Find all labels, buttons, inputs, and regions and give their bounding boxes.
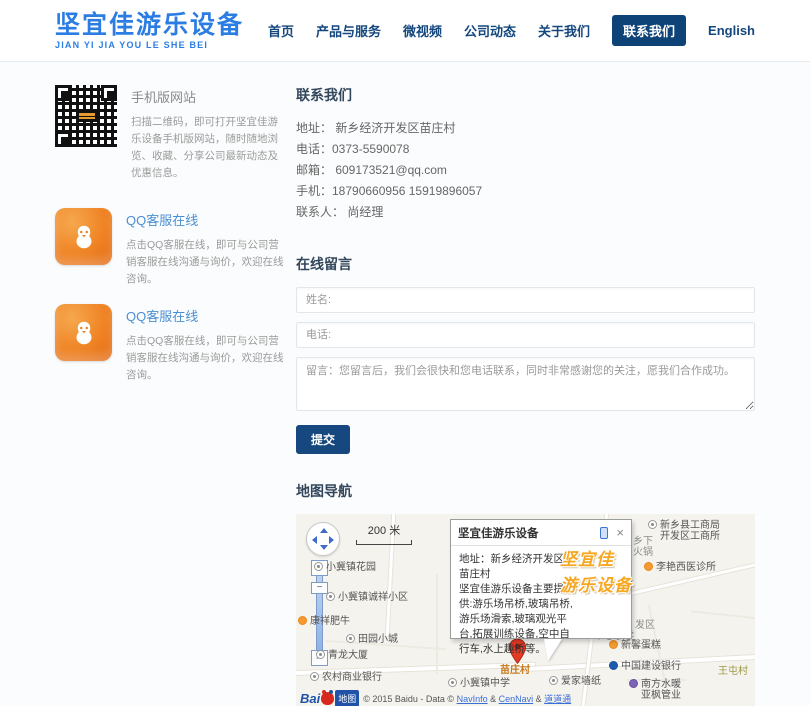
nav-item-home[interactable]: 首页 (268, 21, 294, 40)
poi-icon (644, 562, 653, 571)
map-label: 农村商业银行 (310, 672, 382, 683)
site-header: 坚宜佳游乐设备 JIAN YI JIA YOU LE SHE BEI 首页 产品… (0, 0, 810, 62)
poi-icon (346, 634, 355, 643)
poi-icon (298, 616, 307, 625)
close-icon[interactable]: × (616, 528, 624, 538)
qq-penguin-icon (69, 222, 99, 252)
map-label: 田园小城 (346, 634, 398, 645)
map-scale-label: 200 米 (368, 525, 400, 537)
cennavi-link[interactable]: CenNavi (499, 694, 534, 704)
map-label: 中国建设银行 (609, 661, 681, 672)
poi-icon (448, 678, 457, 687)
pan-right-icon[interactable] (329, 536, 334, 544)
pan-left-icon[interactable] (312, 536, 317, 544)
poi-icon (316, 650, 325, 659)
nav-item-contact[interactable]: 联系我们 (612, 15, 686, 46)
phone-input[interactable] (296, 322, 755, 348)
qq-service-block: QQ客服在线 点击QQ客服在线，即可与公司营销客服在线沟通与询价，欢迎在线咨询。 (55, 304, 287, 384)
nav-item-products[interactable]: 产品与服务 (316, 21, 381, 40)
mobile-site-block: 手机版网站 扫描二维码，即可打开坚宜佳游乐设备手机版网站，随时随地浏览、收藏、分… (55, 85, 287, 182)
map-label: 南方水暖 亚枫管业 (629, 679, 681, 701)
logo-title: 坚宜佳游乐设备 (55, 12, 244, 38)
map-heading: 地图导航 (296, 481, 755, 501)
form-heading: 在线留言 (296, 254, 755, 274)
message-textarea[interactable] (296, 357, 755, 411)
map-label: 李艳西医诊所 (644, 562, 716, 573)
contact-person: 联系人： 尚经理 (296, 202, 755, 223)
navinfo-link[interactable]: NavInfo (457, 694, 488, 704)
map-label: 小冀镇中学 (448, 678, 510, 689)
qq-icon[interactable] (55, 208, 112, 265)
qq-service-desc: 点击QQ客服在线，即可与公司营销客服在线沟通与询价，欢迎在线咨询。 (126, 237, 287, 288)
main-nav: 首页 产品与服务 微视频 公司动态 关于我们 联系我们 English (268, 15, 755, 46)
contact-heading: 联系我们 (296, 85, 755, 105)
poi-icon (648, 520, 657, 529)
baidu-logo[interactable]: Bai 地图 (300, 690, 363, 706)
contact-mobile: 手机：18790660956 15919896057 (296, 181, 755, 202)
copyright-text: © 2015 Baidu - Data © NavInfo & CenNavi … (363, 692, 571, 705)
mobile-site-title: 手机版网站 (131, 87, 287, 106)
daodaotong-link[interactable]: 道道通 (544, 694, 571, 704)
message-form: 在线留言 提交 (296, 254, 755, 454)
map-attribution: Bai 地图 © 2015 Baidu - Data © NavInfo & C… (300, 690, 571, 706)
qq-service-block: QQ客服在线 点击QQ客服在线，即可与公司营销客服在线沟通与询价，欢迎在线咨询。 (55, 208, 287, 288)
main-content: 联系我们 地址： 新乡经济开发区苗庄村 电话：0373-5590078 邮箱： … (296, 85, 755, 706)
poi-icon (629, 679, 638, 688)
name-input[interactable] (296, 287, 755, 313)
map-label: 王屯村 (718, 666, 748, 677)
logo-subtitle: JIAN YI JIA YOU LE SHE BEI (55, 40, 244, 50)
qq-service-link[interactable]: QQ客服在线 (126, 306, 287, 325)
qr-code (55, 85, 117, 147)
baidu-map[interactable]: 200 米 + − − 小冀镇花园 小冀镇诚祥小区 康祥肥牛 田园小城 青龙大厦 (296, 514, 755, 706)
submit-button[interactable]: 提交 (296, 425, 350, 454)
nav-item-news[interactable]: 公司动态 (464, 21, 516, 40)
pan-down-icon[interactable] (320, 545, 328, 550)
map-label: 发区 (635, 620, 655, 631)
sidebar: 手机版网站 扫描二维码，即可打开坚宜佳游乐设备手机版网站，随时随地浏览、收藏、分… (55, 85, 287, 706)
map-scale-bar (356, 540, 412, 545)
infowindow-tail (544, 639, 562, 661)
infowindow-title: 坚宜佳游乐设备 (458, 525, 600, 541)
map-label: 爱家墙纸 (549, 676, 601, 687)
mobile-site-desc: 扫描二维码，即可打开坚宜佳游乐设备手机版网站，随时随地浏览、收藏、分享公司最新动… (131, 114, 287, 182)
mobile-phone-icon[interactable] (600, 527, 608, 539)
poi-icon (314, 562, 323, 571)
poi-icon (326, 592, 335, 601)
map-label: 新乡县工商局 开发区工商所 (648, 520, 720, 542)
contact-email: 邮箱： 609173521@qq.com (296, 160, 755, 181)
map-label: 康祥肥牛 (298, 616, 350, 627)
map-watermark: 坚宜佳 游乐设备 (560, 547, 632, 599)
map-road (691, 610, 755, 619)
nav-item-about[interactable]: 关于我们 (538, 21, 590, 40)
nav-item-video[interactable]: 微视频 (403, 21, 442, 40)
map-scale: 200 米 (356, 522, 412, 545)
contact-phone: 电话：0373-5590078 (296, 139, 755, 160)
qq-service-desc: 点击QQ客服在线，即可与公司营销客服在线沟通与询价，欢迎在线咨询。 (126, 333, 287, 384)
map-label: 小冀镇诚祥小区 (326, 592, 408, 603)
map-road (436, 574, 438, 674)
map-pan-control[interactable] (306, 522, 340, 556)
qq-penguin-icon (69, 318, 99, 348)
poi-icon (549, 676, 558, 685)
map-label: 乡下 火锅 (633, 536, 653, 558)
poi-icon (310, 672, 319, 681)
map-label: 小冀镇花园 (314, 562, 376, 573)
logo[interactable]: 坚宜佳游乐设备 JIAN YI JIA YOU LE SHE BEI (55, 12, 244, 50)
poi-icon (609, 661, 618, 670)
qq-service-link[interactable]: QQ客服在线 (126, 210, 287, 229)
pan-up-icon[interactable] (320, 528, 328, 533)
baidu-paw-icon (321, 692, 334, 705)
contact-address: 地址： 新乡经济开发区苗庄村 (296, 118, 755, 139)
qq-icon[interactable] (55, 304, 112, 361)
nav-item-english[interactable]: English (708, 23, 755, 38)
map-label: 青龙大厦 (316, 650, 368, 661)
